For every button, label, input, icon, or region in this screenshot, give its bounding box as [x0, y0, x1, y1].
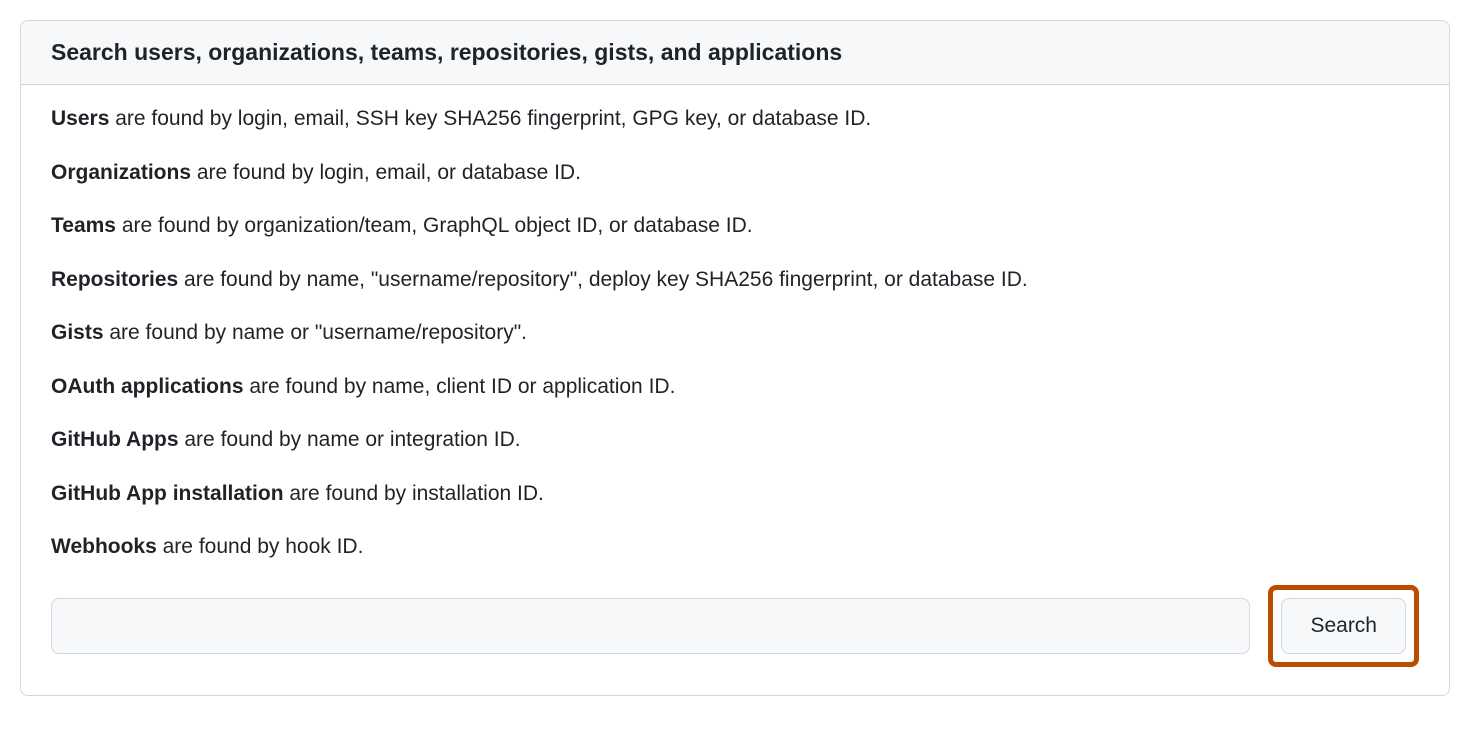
help-line-text: are found by login, email, SSH key SHA25… [109, 107, 871, 130]
help-line-text: are found by name, client ID or applicat… [244, 375, 676, 398]
panel-body: Users are found by login, email, SSH key… [21, 85, 1449, 695]
help-line-github-apps: GitHub Apps are found by name or integra… [51, 424, 1419, 456]
panel-title: Search users, organizations, teams, repo… [21, 21, 1449, 85]
help-line-teams: Teams are found by organization/team, Gr… [51, 210, 1419, 242]
help-line-text: are found by organization/team, GraphQL … [116, 214, 753, 237]
help-line-text: are found by login, email, or database I… [191, 161, 581, 184]
search-button[interactable]: Search [1281, 598, 1406, 654]
help-line-webhooks: Webhooks are found by hook ID. [51, 531, 1419, 563]
help-line-text: are found by installation ID. [284, 482, 544, 505]
help-line-repositories: Repositories are found by name, "usernam… [51, 264, 1419, 296]
help-line-bold: OAuth applications [51, 375, 244, 398]
help-line-text: are found by name, "username/repository"… [178, 268, 1028, 291]
search-input[interactable] [51, 598, 1250, 654]
help-line-bold: Repositories [51, 268, 178, 291]
help-line-bold: GitHub App installation [51, 482, 284, 505]
help-line-bold: Gists [51, 321, 104, 344]
help-line-text: are found by hook ID. [157, 535, 364, 558]
help-line-text: are found by name or integration ID. [179, 428, 521, 451]
help-line-organizations: Organizations are found by login, email,… [51, 157, 1419, 189]
search-button-highlight: Search [1268, 585, 1419, 667]
help-line-github-app-installation: GitHub App installation are found by ins… [51, 478, 1419, 510]
help-line-oauth-applications: OAuth applications are found by name, cl… [51, 371, 1419, 403]
help-line-text: are found by name or "username/repositor… [104, 321, 527, 344]
help-line-bold: GitHub Apps [51, 428, 179, 451]
help-line-bold: Users [51, 107, 109, 130]
help-line-bold: Organizations [51, 161, 191, 184]
help-line-users: Users are found by login, email, SSH key… [51, 103, 1419, 135]
help-line-bold: Teams [51, 214, 116, 237]
search-row: Search [51, 585, 1419, 667]
search-panel: Search users, organizations, teams, repo… [20, 20, 1450, 696]
help-line-gists: Gists are found by name or "username/rep… [51, 317, 1419, 349]
help-line-bold: Webhooks [51, 535, 157, 558]
